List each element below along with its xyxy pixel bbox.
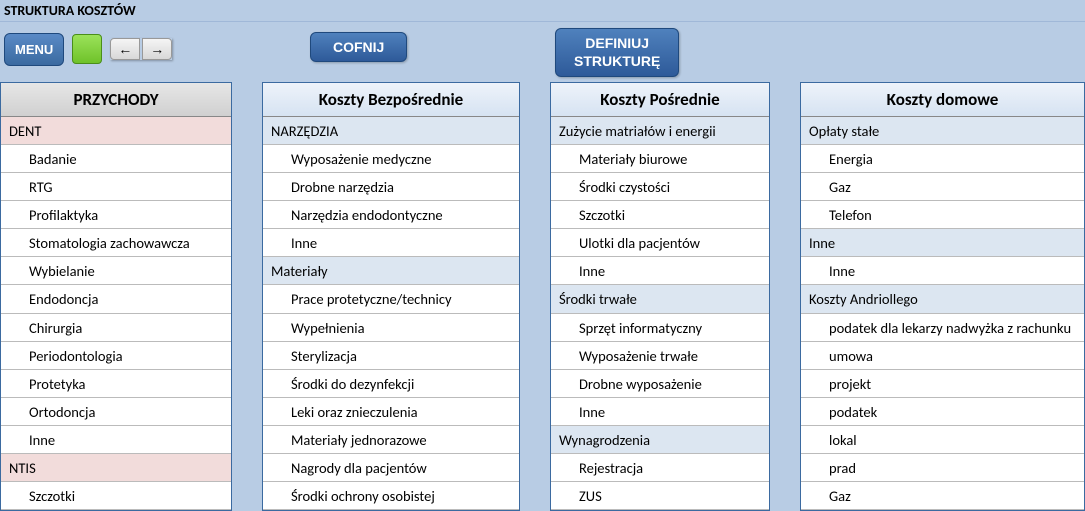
page-title: STRUKTURA KOSZTÓW (0, 0, 1085, 22)
column-revenues: PRZYCHODY DENTBadanieRTGProfilaktykaStom… (0, 82, 232, 511)
list-item[interactable]: Inne (551, 257, 769, 285)
list-item[interactable]: Narzędzia endodontyczne (263, 201, 519, 229)
list-item[interactable]: Środki do dezynfekcji (263, 370, 519, 398)
column-gap (770, 82, 800, 511)
column-indirect-costs: Koszty Pośrednie Zużycie matriałów i ene… (550, 82, 770, 511)
list-item[interactable]: umowa (801, 342, 1084, 370)
column-home-costs: Koszty domowe Opłaty stałeEnergiaGazTele… (800, 82, 1085, 511)
list-item[interactable]: Środki czystości (551, 173, 769, 201)
list-item[interactable]: Telefon (801, 201, 1084, 229)
green-button[interactable] (72, 34, 102, 64)
category-header[interactable]: Zużycie matriałów i energii (551, 117, 769, 145)
list-item[interactable]: Sprzęt informatyczny (551, 314, 769, 342)
list-item[interactable]: Badanie (1, 145, 231, 173)
list-item[interactable]: RTG (1, 173, 231, 201)
list-item[interactable]: Chirurgia (1, 314, 231, 342)
list-item[interactable]: Szczotki (551, 201, 769, 229)
category-header[interactable]: Materiały (263, 257, 519, 285)
list-item[interactable]: lokal (801, 426, 1084, 454)
list-item[interactable]: prad (801, 454, 1084, 482)
arrow-left-icon: ← (118, 42, 132, 56)
list-item[interactable]: Gaz (801, 482, 1084, 510)
column-gap (520, 82, 550, 511)
list-item[interactable]: Energia (801, 145, 1084, 173)
column-header: PRZYCHODY (1, 83, 231, 117)
list-item[interactable]: Nagrody dla pacjentów (263, 454, 519, 482)
list-item[interactable]: Materiały jednorazowe (263, 426, 519, 454)
list-item[interactable]: Drobne wyposażenie (551, 370, 769, 398)
category-header[interactable]: NARZĘDZIA (263, 117, 519, 145)
menu-button[interactable]: MENU (4, 33, 64, 66)
category-header[interactable]: Inne (801, 229, 1084, 257)
list-item[interactable]: Wyposażenie medyczne (263, 145, 519, 173)
list-item[interactable]: Profilaktyka (1, 201, 231, 229)
list-item[interactable]: Wyposażenie trwałe (551, 342, 769, 370)
category-header[interactable]: Koszty Andriollego (801, 285, 1084, 313)
list-item[interactable]: podatek (801, 398, 1084, 426)
list-item[interactable]: Endodoncja (1, 285, 231, 313)
category-header[interactable]: Opłaty stałe (801, 117, 1084, 145)
list-item[interactable]: Periodontologia (1, 342, 231, 370)
category-header[interactable]: NTIS (1, 454, 231, 482)
list-item[interactable]: Inne (551, 398, 769, 426)
category-header[interactable]: Środki trwałe (551, 285, 769, 313)
column-header: Koszty Bezpośrednie (263, 83, 519, 117)
arrow-right-button[interactable]: → (142, 38, 172, 60)
column-header: Koszty domowe (801, 83, 1084, 117)
list-item[interactable]: Środki ochrony osobistej (263, 482, 519, 510)
list-item[interactable]: Protetyka (1, 370, 231, 398)
list-item[interactable]: Prace protetyczne/technicy (263, 285, 519, 313)
list-item[interactable]: Stomatologia zachowawcza (1, 229, 231, 257)
list-item[interactable]: Drobne narzędzia (263, 173, 519, 201)
list-item[interactable]: podatek dla lekarzy nadwyżka z rachunku (801, 314, 1084, 342)
list-item[interactable]: Wypełnienia (263, 314, 519, 342)
list-item[interactable]: Ulotki dla pacjentów (551, 229, 769, 257)
list-item[interactable]: Szczotki (1, 482, 231, 510)
undo-button[interactable]: COFNIJ (310, 32, 407, 62)
list-item[interactable]: Sterylizacja (263, 342, 519, 370)
column-gap (232, 82, 262, 511)
list-item[interactable]: Leki oraz znieczulenia (263, 398, 519, 426)
list-item[interactable]: Inne (263, 229, 519, 257)
list-item[interactable]: Inne (1, 426, 231, 454)
column-direct-costs: Koszty Bezpośrednie NARZĘDZIAWyposażenie… (262, 82, 520, 511)
list-item[interactable]: Gaz (801, 173, 1084, 201)
define-structure-button[interactable]: DEFINIUJ STRUKTURĘ (555, 28, 679, 77)
arrow-right-icon: → (150, 42, 164, 56)
toolbar: MENU ← → COFNIJ DEFINIUJ STRUKTURĘ (0, 22, 1085, 82)
column-header: Koszty Pośrednie (551, 83, 769, 117)
list-item[interactable]: Ortodoncja (1, 398, 231, 426)
category-header[interactable]: Wynagrodzenia (551, 426, 769, 454)
nav-arrows: ← → (110, 38, 172, 60)
list-item[interactable]: Wybielanie (1, 257, 231, 285)
arrow-left-button[interactable]: ← (110, 38, 140, 60)
list-item[interactable]: Inne (801, 257, 1084, 285)
list-item[interactable]: Rejestracja (551, 454, 769, 482)
list-item[interactable]: Materiały biurowe (551, 145, 769, 173)
columns-area: PRZYCHODY DENTBadanieRTGProfilaktykaStom… (0, 82, 1085, 511)
category-header[interactable]: DENT (1, 117, 231, 145)
list-item[interactable]: ZUS (551, 482, 769, 510)
list-item[interactable]: projekt (801, 370, 1084, 398)
